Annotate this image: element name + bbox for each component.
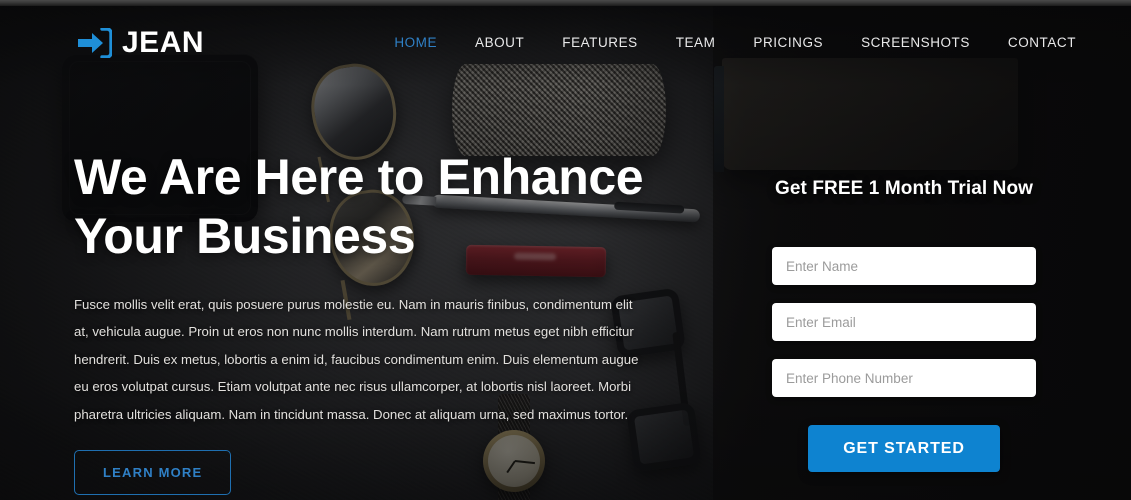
nav-item-features[interactable]: FEATURES xyxy=(543,34,656,52)
nav-link-pricings[interactable]: PRICINGS xyxy=(753,35,823,50)
main-navbar: JEAN HOME ABOUT FEATURES TEAM PRICINGS S… xyxy=(0,12,1131,74)
nav-item-home[interactable]: HOME xyxy=(375,34,456,52)
nav-item-pricings[interactable]: PRICINGS xyxy=(734,34,842,52)
signup-form: Get FREE 1 Month Trial Now GET STARTED xyxy=(772,178,1036,472)
nav-link-screenshots[interactable]: SCREENSHOTS xyxy=(861,35,970,50)
nav-link-about[interactable]: ABOUT xyxy=(475,35,524,50)
nav-item-team[interactable]: TEAM xyxy=(657,34,735,52)
phone-input[interactable] xyxy=(772,359,1036,397)
nav-links-list: HOME ABOUT FEATURES TEAM PRICINGS SCREEN… xyxy=(375,34,1095,52)
hero-copy-column: We Are Here to Enhance Your Business Fus… xyxy=(74,148,650,496)
email-input[interactable] xyxy=(772,303,1036,341)
nav-item-about[interactable]: ABOUT xyxy=(456,34,543,52)
nav-link-team[interactable]: TEAM xyxy=(676,35,716,50)
brand-logo-link[interactable]: JEAN xyxy=(78,26,205,59)
headline-line-2: Your Business xyxy=(74,207,416,264)
headline-line-1: We Are Here to Enhance xyxy=(74,149,644,205)
get-started-button[interactable]: GET STARTED xyxy=(808,425,1000,472)
brand-name: JEAN xyxy=(122,26,205,59)
nav-item-screenshots[interactable]: SCREENSHOTS xyxy=(842,34,989,52)
hero-paragraph: Fusce mollis velit erat, quis posuere pu… xyxy=(74,297,639,422)
nav-item-contact[interactable]: CONTACT xyxy=(989,34,1095,52)
nav-link-features[interactable]: FEATURES xyxy=(562,35,637,50)
nav-link-contact[interactable]: CONTACT xyxy=(1008,35,1076,50)
page-title: We Are Here to Enhance Your Business xyxy=(74,148,650,265)
sign-in-arrow-icon xyxy=(78,27,113,59)
nav-link-home[interactable]: HOME xyxy=(394,35,437,50)
signup-form-title: Get FREE 1 Month Trial Now xyxy=(774,178,1034,199)
learn-more-button[interactable]: LEARN MORE xyxy=(74,450,232,496)
hero-section: JEAN HOME ABOUT FEATURES TEAM PRICINGS S… xyxy=(0,6,1131,500)
browser-chrome-strip xyxy=(0,0,1131,6)
name-input[interactable] xyxy=(772,247,1036,285)
